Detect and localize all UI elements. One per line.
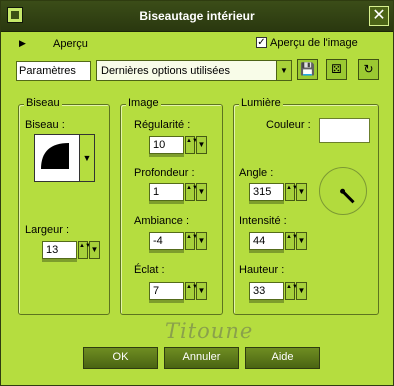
depth-dropdown[interactable]: ▼ xyxy=(196,183,207,201)
width-slider[interactable] xyxy=(42,259,77,262)
ambience-slider[interactable] xyxy=(149,250,184,253)
color-label: Couleur : xyxy=(266,119,311,131)
preset-value: Dernières options utilisées xyxy=(101,65,231,77)
angle-slider[interactable] xyxy=(249,201,284,204)
elevation-stepper[interactable]: ▲▼ xyxy=(285,282,298,300)
title-bar[interactable]: Biseautage intérieur ✕ xyxy=(1,1,393,32)
width-input[interactable]: 13 xyxy=(42,241,77,259)
close-button[interactable]: ✕ xyxy=(369,6,389,26)
ambience-stepper[interactable]: ▲▼ xyxy=(185,232,198,250)
bevel-dialog: Biseautage intérieur ✕ ▶ Aperçu ✓ Aperçu… xyxy=(0,0,394,386)
depth-label: Profondeur : xyxy=(134,167,195,179)
bevel-label: Biseau : xyxy=(25,119,65,131)
intensity-stepper[interactable]: ▲▼ xyxy=(285,232,298,250)
chevron-down-icon[interactable]: ▼ xyxy=(276,61,291,80)
depth-slider[interactable] xyxy=(149,201,184,204)
elevation-dropdown[interactable]: ▼ xyxy=(296,282,307,300)
shininess-dropdown[interactable]: ▼ xyxy=(196,282,207,300)
smoothness-input[interactable]: 10 xyxy=(149,136,184,154)
shininess-label: Éclat : xyxy=(134,264,165,276)
intensity-input[interactable]: 44 xyxy=(249,232,284,250)
parameters-button[interactable]: Paramètres xyxy=(16,61,91,81)
elevation-slider[interactable] xyxy=(249,300,284,303)
intensity-dropdown[interactable]: ▼ xyxy=(296,232,307,250)
angle-stepper[interactable]: ▲▼ xyxy=(285,183,298,201)
width-dropdown[interactable]: ▼ xyxy=(89,241,100,259)
smoothness-label: Régularité : xyxy=(134,119,191,131)
elevation-label: Hauteur : xyxy=(239,264,285,276)
bevel-group-title: Biseau xyxy=(24,97,62,109)
shininess-slider[interactable] xyxy=(149,300,184,303)
depth-input[interactable]: 1 xyxy=(149,183,184,201)
ambience-input[interactable]: -4 xyxy=(149,232,184,250)
bevel-dropdown-button[interactable]: ▼ xyxy=(79,134,95,182)
depth-stepper[interactable]: ▲▼ xyxy=(185,183,198,201)
elevation-input[interactable]: 33 xyxy=(249,282,284,300)
image-group-title: Image xyxy=(126,97,161,109)
angle-needle-icon xyxy=(341,189,355,204)
bevel-shape-preview[interactable] xyxy=(34,134,80,182)
intensity-label: Intensité : xyxy=(239,215,287,227)
light-group-title: Lumière xyxy=(239,97,283,109)
width-label: Largeur : xyxy=(25,224,70,236)
dialog-title: Biseautage intérieur xyxy=(139,9,255,23)
help-button[interactable]: Aide xyxy=(245,347,320,369)
angle-label: Angle : xyxy=(239,167,274,179)
angle-dial[interactable] xyxy=(319,167,367,215)
shininess-stepper[interactable]: ▲▼ xyxy=(185,282,198,300)
preview-label: Aperçu xyxy=(53,38,88,50)
signature-watermark: Titoune xyxy=(165,319,254,343)
bevel-shape-icon xyxy=(41,143,69,169)
reset-icon[interactable]: ↻ xyxy=(358,59,379,80)
smoothness-slider[interactable] xyxy=(149,154,184,157)
light-color-swatch[interactable] xyxy=(319,118,370,143)
ambience-label: Ambiance : xyxy=(134,215,190,227)
angle-dropdown[interactable]: ▼ xyxy=(296,183,307,201)
save-icon[interactable]: 💾 xyxy=(297,59,318,80)
angle-input[interactable]: 315 xyxy=(249,183,284,201)
ok-button[interactable]: OK xyxy=(83,347,158,369)
image-preview-label: Aperçu de l'image xyxy=(270,37,358,49)
dice-icon[interactable]: ⚄ xyxy=(326,59,347,80)
width-stepper[interactable]: ▲▼ xyxy=(78,241,91,259)
preview-toggle-icon[interactable]: ▶ xyxy=(19,38,26,49)
image-preview-checkbox[interactable]: ✓ xyxy=(256,37,267,48)
smoothness-stepper[interactable]: ▲▼ xyxy=(185,136,198,154)
preset-select[interactable]: Dernières options utilisées ▼ xyxy=(96,60,292,81)
ambience-dropdown[interactable]: ▼ xyxy=(196,232,207,250)
cancel-button[interactable]: Annuler xyxy=(164,347,239,369)
smoothness-dropdown[interactable]: ▼ xyxy=(196,136,207,154)
shininess-input[interactable]: 7 xyxy=(149,282,184,300)
intensity-slider[interactable] xyxy=(249,250,284,253)
